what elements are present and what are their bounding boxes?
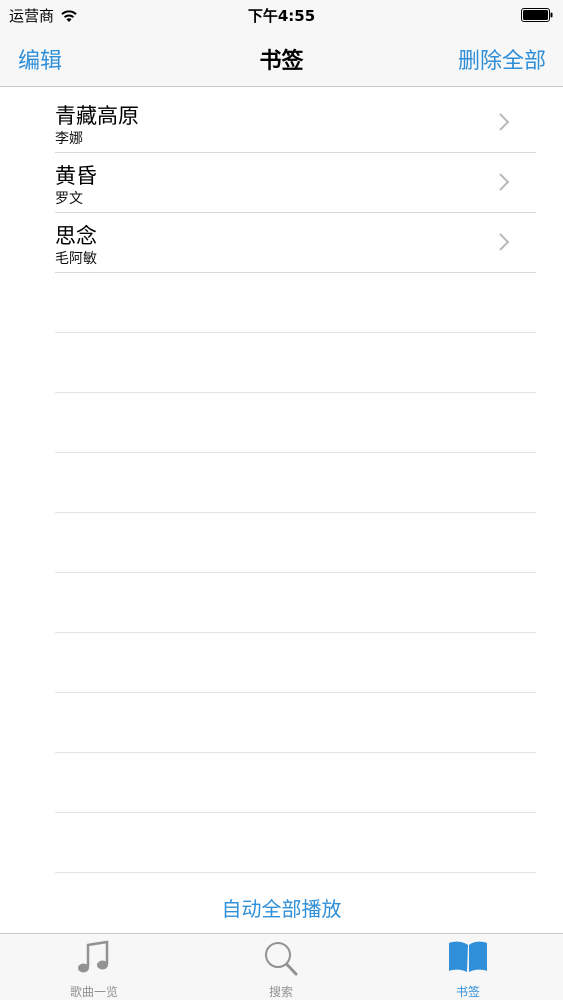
chevron-right-icon [499,173,510,191]
edit-button[interactable]: 编辑 [18,43,62,75]
list-item[interactable]: 黄昏 罗文 [55,153,536,213]
empty-row [55,693,536,753]
tab-song-list[interactable]: 歌曲一览 [24,934,164,1000]
auto-play-all-button[interactable]: 自动全部播放 [0,893,563,922]
tab-label: 歌曲一览 [69,985,118,999]
empty-row [55,453,536,513]
song-title: 思念 [55,224,97,248]
empty-row [55,273,536,333]
bookmark-list: 青藏高原 李娜 黄昏 罗文 思念 毛阿敏 [55,93,536,873]
song-title: 青藏高原 [55,104,139,128]
empty-row [55,333,536,393]
music-note-icon [78,940,109,973]
tab-bookmarks[interactable]: 书签 [398,934,538,1000]
chevron-right-icon [499,113,510,131]
artist-name: 毛阿敏 [55,251,97,267]
tab-bar: 歌曲一览 搜索 书签 [0,933,563,1000]
tab-search[interactable]: 搜索 [211,934,351,1000]
list-item[interactable]: 青藏高原 李娜 [55,93,536,153]
artist-name: 李娜 [55,131,83,147]
artist-name: 罗文 [55,191,83,207]
tab-label: 书签 [455,985,480,999]
nav-bar: 编辑 书签 删除全部 [0,30,563,87]
empty-row [55,633,536,693]
search-icon [265,942,298,976]
empty-row [55,813,536,873]
song-title: 黄昏 [55,164,97,188]
empty-row [55,573,536,633]
empty-row [55,753,536,813]
book-icon [449,941,487,972]
list-item[interactable]: 思念 毛阿敏 [55,213,536,273]
tab-label: 搜索 [268,985,293,999]
empty-row [55,513,536,573]
status-bar: 运营商 下午4:55 [0,0,563,30]
chevron-right-icon [499,233,510,251]
delete-all-button[interactable]: 删除全部 [458,43,546,75]
battery-icon [521,8,553,22]
empty-row [55,393,536,453]
status-time: 下午4:55 [247,7,316,25]
